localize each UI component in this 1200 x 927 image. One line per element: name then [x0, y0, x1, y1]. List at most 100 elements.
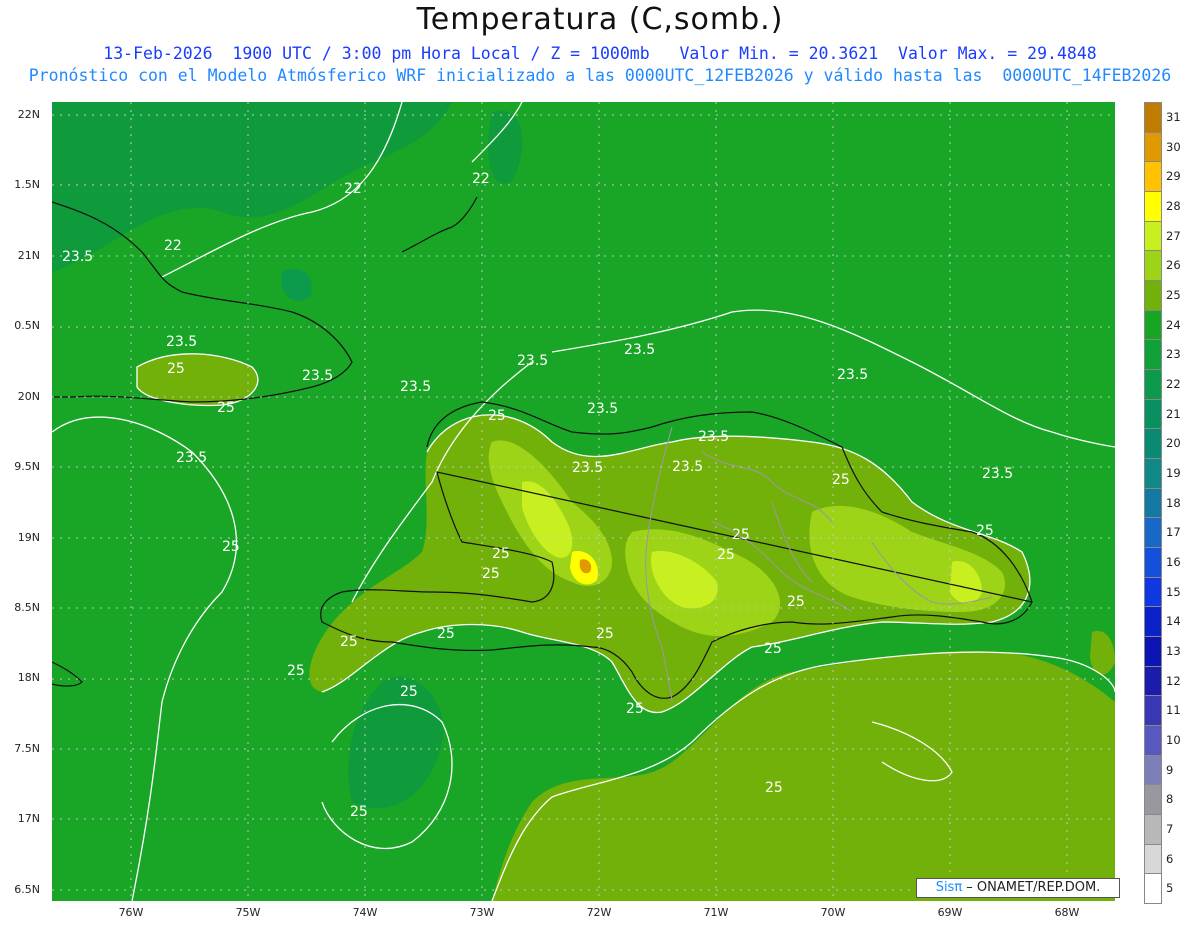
- contour-label: 25: [350, 804, 368, 820]
- colorbar-label: 21: [1166, 406, 1181, 421]
- colorbar-swatch: [1144, 428, 1162, 459]
- lat-label: 0.5N: [14, 319, 40, 332]
- colorbar-label: 27: [1166, 228, 1181, 243]
- contour-label: 25: [764, 641, 782, 657]
- contour-label: 25: [287, 663, 305, 679]
- isotherm-23-5-west: [52, 416, 238, 901]
- isotherm-23-5-north: [551, 309, 1115, 448]
- contour-label: 25: [217, 400, 235, 416]
- colorbar-label: 29: [1166, 169, 1181, 184]
- contour-label: 25: [482, 566, 500, 582]
- lat-label: 20N: [17, 390, 40, 403]
- credit-pi: π: [954, 880, 963, 895]
- colorbar-label: 17: [1166, 525, 1181, 540]
- colorbar-label: 14: [1166, 614, 1181, 629]
- colorbar-label: 26: [1166, 258, 1181, 273]
- colorbar-label: 6: [1166, 851, 1174, 866]
- map-canvas: 22 22 22 23.5 23.5 23.5 23.5 23.5 23.5 2…: [52, 102, 1115, 901]
- contour-label: 23.5: [62, 249, 93, 265]
- map-subtitle-model: Pronóstico con el Modelo Atmósferico WRF…: [28, 66, 1172, 85]
- lon-label: 72W: [586, 906, 612, 919]
- colorbar-swatch: [1144, 665, 1162, 697]
- colorbar-swatch: [1144, 843, 1162, 875]
- colorbar-label: 15: [1166, 584, 1181, 599]
- colorbar-swatch: [1144, 369, 1162, 400]
- contour-label: 25: [732, 527, 750, 543]
- colorbar-swatch: [1144, 636, 1162, 667]
- warm-zone-south: [492, 651, 1115, 901]
- lat-label: 8.5N: [14, 601, 40, 614]
- lon-label: 76W: [118, 906, 144, 919]
- colorbar-swatch: [1144, 280, 1162, 311]
- contour-label: 23.5: [837, 367, 868, 383]
- colorbar-swatch: [1144, 102, 1162, 133]
- contour-label: 23.5: [672, 459, 703, 475]
- colorbar-swatch: [1144, 547, 1162, 578]
- credit-box: Sisπ – ONAMET/REP.DOM.: [916, 878, 1120, 898]
- colorbar-label: 28: [1166, 198, 1181, 213]
- contour-label: 25: [167, 361, 185, 377]
- colorbar-swatch: [1144, 161, 1162, 192]
- colorbar-swatch: [1144, 754, 1162, 786]
- colorbar-swatch: [1144, 784, 1162, 815]
- map-title: Temperatura (C,somb.): [416, 2, 784, 37]
- colorbar-label: 13: [1166, 643, 1181, 658]
- colorbar-swatch: [1144, 606, 1162, 637]
- contour-label: 23.5: [572, 460, 603, 476]
- colorbar-swatch: [1144, 309, 1162, 341]
- contour-label: 25: [787, 594, 805, 610]
- colorbar-swatch: [1144, 814, 1162, 845]
- credit-brand: Sis: [935, 880, 955, 895]
- colorbar-label: 7: [1166, 821, 1174, 836]
- lat-label: 17N: [17, 812, 40, 825]
- cool-zone-patch: [281, 268, 312, 301]
- lon-label: 75W: [235, 906, 261, 919]
- contour-label: 25: [340, 634, 358, 650]
- contour-label: 23.5: [166, 334, 197, 350]
- lon-label: 74W: [352, 906, 378, 919]
- lat-label: 22N: [17, 108, 40, 121]
- colorbar-label: 5: [1166, 881, 1174, 896]
- contour-label: 25: [488, 408, 506, 424]
- colorbar-label: 16: [1166, 554, 1181, 569]
- contour-label: 22: [164, 238, 182, 254]
- contour-label: 22: [472, 171, 490, 187]
- contour-label: 22: [344, 181, 362, 197]
- colorbar-label: 31: [1166, 109, 1181, 124]
- colorbar-label: 30: [1166, 139, 1181, 154]
- contour-label: 23.5: [982, 466, 1013, 482]
- colorbar-label: 24: [1166, 317, 1181, 332]
- contour-label: 23.5: [517, 353, 548, 369]
- colorbar-swatch: [1144, 695, 1162, 726]
- contour-label: 25: [400, 684, 418, 700]
- lat-label: 7.5N: [14, 742, 40, 755]
- colorbar-swatch: [1144, 458, 1162, 489]
- contour-label: 23.5: [624, 342, 655, 358]
- colorbar-label: 9: [1166, 762, 1174, 777]
- colorbar-swatch: [1144, 873, 1162, 904]
- lat-label: 18N: [17, 671, 40, 684]
- coastline-bahamas: [401, 196, 478, 253]
- cool-zone-south: [348, 676, 444, 809]
- contour-label: 23.5: [587, 401, 618, 417]
- colorbar-label: 18: [1166, 495, 1181, 510]
- colorbar-swatch: [1144, 191, 1162, 222]
- contour-label: 25: [976, 523, 994, 539]
- coastline-jamaica: [52, 661, 83, 687]
- cool-zone-patch-2: [488, 110, 523, 184]
- contour-label: 25: [717, 547, 735, 563]
- contour-label: 25: [492, 546, 510, 562]
- colorbar-swatch: [1144, 398, 1162, 430]
- colorbar-swatch: [1144, 487, 1162, 519]
- map-subtitle-time: 13-Feb-2026 1900 UTC / 3:00 pm Hora Loca…: [103, 44, 1097, 63]
- contour-label: 25: [626, 701, 644, 717]
- colorbar-label: 8: [1166, 792, 1174, 807]
- contour-label: 23.5: [176, 450, 207, 466]
- contour-label: 25: [222, 539, 240, 555]
- colorbar-swatch: [1144, 220, 1162, 252]
- colorbar-swatch: [1144, 517, 1162, 548]
- colorbar-swatch: [1144, 250, 1162, 281]
- colorbar-label: 23: [1166, 347, 1181, 362]
- colorbar-label: 20: [1166, 436, 1181, 451]
- lat-label: 9.5N: [14, 460, 40, 473]
